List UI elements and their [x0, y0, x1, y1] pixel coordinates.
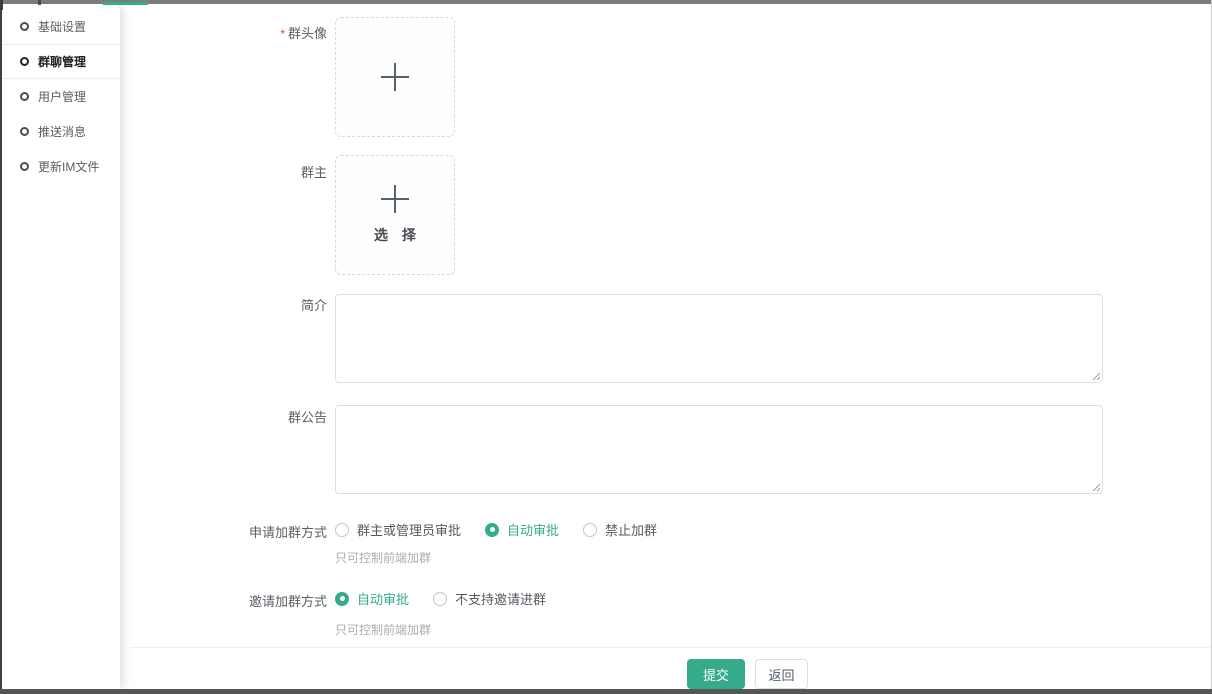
announcement-textarea-wrap	[335, 405, 1103, 494]
apply-method-helper: 只可控制前端加群	[335, 549, 431, 566]
submit-button[interactable]: 提交	[687, 659, 745, 689]
sidebar-item-basic-settings[interactable]: 基础设置	[2, 9, 120, 44]
invite-method-helper: 只可控制前端加群	[335, 621, 431, 638]
radio-owner-admin-approval[interactable]: 群主或管理员审批	[335, 520, 461, 539]
window-left-border	[0, 0, 2, 694]
radio-icon	[583, 523, 597, 537]
required-asterisk: *	[280, 27, 285, 41]
group-avatar-label: *群头像	[117, 26, 327, 42]
invite-method-radio-group: 自动审批 不支持邀请进群	[335, 589, 546, 608]
radio-invite-auto-approval[interactable]: 自动审批	[335, 589, 409, 608]
sidebar-item-label: 用户管理	[38, 88, 86, 105]
window-corner	[0, 0, 3, 10]
announcement-label: 群公告	[117, 410, 327, 426]
form-footer: 提交 返回	[130, 647, 1211, 689]
group-avatar-upload[interactable]	[335, 17, 455, 137]
circle-icon	[20, 162, 29, 171]
sidebar-item-label: 推送消息	[38, 123, 86, 140]
sidebar-item-push-messages[interactable]: 推送消息	[2, 114, 120, 149]
radio-no-invite[interactable]: 不支持邀请进群	[433, 589, 546, 608]
settings-sidebar: 基础设置 群聊管理 用户管理 推送消息 更新IM文件	[2, 4, 120, 689]
radio-checked-icon	[485, 523, 499, 537]
sidebar-item-label: 基础设置	[38, 18, 86, 35]
tab-divider	[38, 0, 41, 5]
group-owner-label: 群主	[117, 165, 327, 181]
plus-icon	[381, 63, 409, 91]
sidebar-item-label: 更新IM文件	[38, 158, 99, 175]
radio-icon	[335, 523, 349, 537]
window-top-bar	[0, 0, 1212, 4]
radio-checked-icon	[335, 592, 349, 606]
intro-textarea-wrap	[335, 294, 1103, 383]
circle-icon	[20, 92, 29, 101]
window-bottom-border	[0, 689, 1212, 694]
active-tab-underline	[103, 2, 148, 5]
group-chat-settings-page: 基础设置 群聊管理 用户管理 推送消息 更新IM文件 *群头像 群主 选 择 简…	[0, 0, 1212, 694]
sidebar-item-update-im-files[interactable]: 更新IM文件	[2, 149, 120, 184]
sidebar-item-label: 群聊管理	[38, 53, 86, 70]
intro-textarea[interactable]	[336, 295, 1102, 382]
radio-forbid-join[interactable]: 禁止加群	[583, 520, 657, 539]
plus-icon	[381, 185, 409, 213]
sidebar-item-group-chat-management[interactable]: 群聊管理	[2, 44, 120, 79]
intro-label: 简介	[117, 298, 327, 314]
radio-auto-approval[interactable]: 自动审批	[485, 520, 559, 539]
apply-method-radio-group: 群主或管理员审批 自动审批 禁止加群	[335, 520, 657, 539]
circle-icon	[20, 22, 29, 31]
invite-method-label: 邀请加群方式	[117, 594, 327, 610]
radio-icon	[433, 592, 447, 606]
group-owner-select[interactable]: 选 择	[335, 155, 455, 275]
choose-label: 选 择	[369, 225, 421, 245]
sidebar-item-user-management[interactable]: 用户管理	[2, 79, 120, 114]
apply-method-label: 申请加群方式	[117, 525, 327, 541]
circle-icon	[20, 127, 29, 136]
circle-icon	[20, 57, 29, 66]
back-button[interactable]: 返回	[755, 659, 808, 689]
announcement-textarea[interactable]	[336, 406, 1102, 493]
